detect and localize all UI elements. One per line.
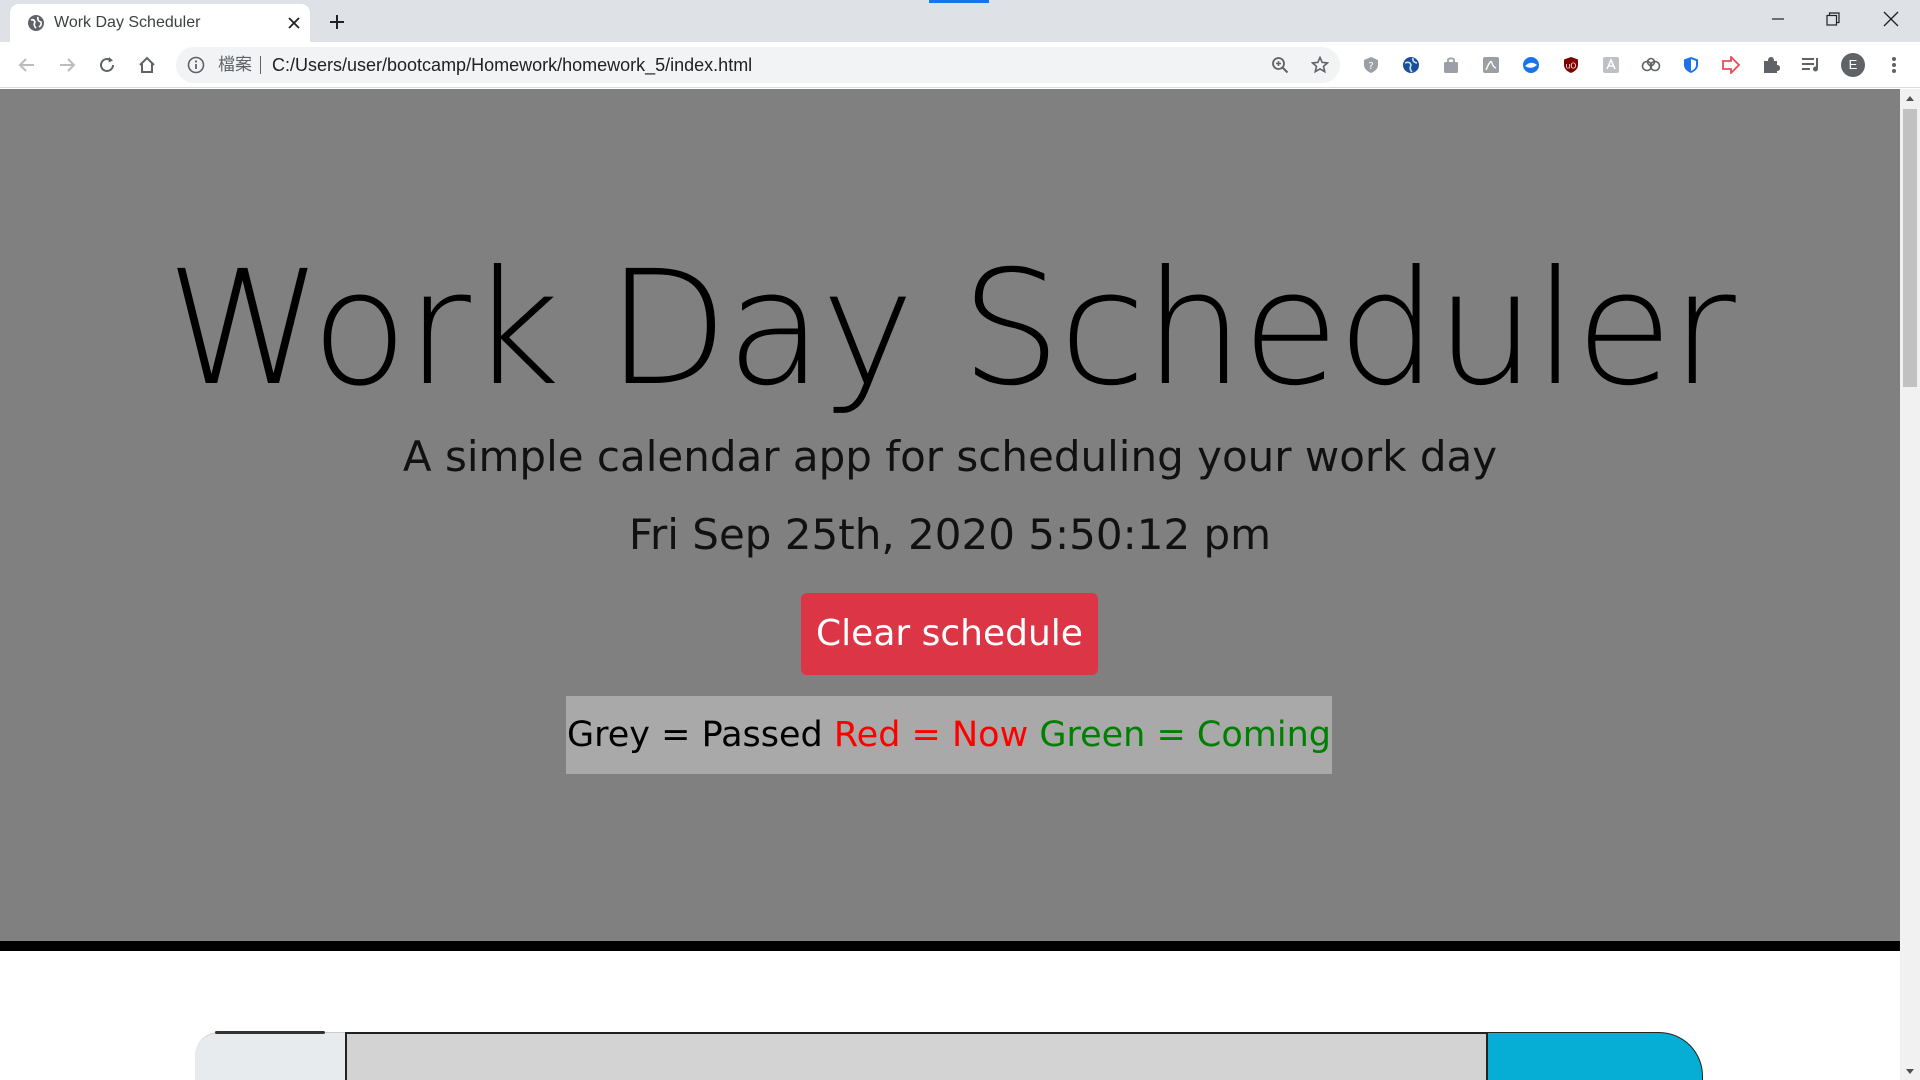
close-icon[interactable] <box>284 13 304 33</box>
blue-extension-icon[interactable] <box>1521 55 1541 75</box>
back-arrow-icon[interactable] <box>11 49 43 81</box>
plus-icon[interactable] <box>322 9 352 35</box>
zoom-icon[interactable] <box>1270 55 1290 75</box>
ublock-icon[interactable]: uO <box>1561 55 1581 75</box>
pdf-extension-icon[interactable] <box>1481 55 1501 75</box>
puzzle-icon[interactable] <box>1761 55 1781 75</box>
star-icon[interactable] <box>1310 55 1330 75</box>
browser-tab[interactable]: Work Day Scheduler <box>10 4 310 42</box>
scroll-up-arrow-icon[interactable] <box>1900 89 1920 106</box>
reading-list-icon[interactable] <box>1801 55 1821 75</box>
scroll-down-arrow-icon[interactable] <box>1900 1063 1920 1080</box>
page-title: Work Day Scheduler <box>166 237 1736 421</box>
page-scrollbar[interactable] <box>1900 89 1920 1080</box>
current-date-time: Fri Sep 25th, 2020 5:50:12 pm <box>628 510 1272 559</box>
time-block-row <box>195 1031 1703 1080</box>
lead-text: A simple calendar app for scheduling you… <box>402 432 1498 481</box>
scrollbar-thumb[interactable] <box>1903 109 1917 387</box>
svg-text:?: ? <box>1368 61 1373 72</box>
forward-arrow-icon[interactable] <box>51 49 83 81</box>
legend-coming: Green = Coming <box>1039 715 1331 755</box>
address-bar[interactable]: 檔案 C:/Users/user/bootcamp/Homework/homew… <box>176 47 1340 83</box>
svg-text:uO: uO <box>1566 62 1577 71</box>
scheme-label: 檔案 <box>218 55 252 75</box>
minimize-icon[interactable] <box>1753 0 1803 38</box>
clear-schedule-button[interactable]: Clear schedule <box>801 593 1098 675</box>
info-icon[interactable] <box>186 55 206 75</box>
hour-label <box>195 1031 345 1080</box>
globe-extension-icon[interactable] <box>1401 55 1421 75</box>
browser-toolbar: 檔案 C:/Users/user/bootcamp/Homework/homew… <box>0 42 1920 88</box>
tab-strip: Work Day Scheduler <box>0 0 1920 42</box>
restore-icon[interactable] <box>1808 0 1858 38</box>
tab-title: Work Day Scheduler <box>54 14 201 31</box>
bag-extension-icon[interactable] <box>1441 55 1461 75</box>
tab-search-indicator <box>929 0 989 3</box>
close-window-icon[interactable] <box>1866 0 1916 38</box>
help-extension-icon[interactable]: ? <box>1361 55 1381 75</box>
url-text[interactable]: C:/Users/user/bootcamp/Homework/homework… <box>272 55 752 75</box>
grey-extension-icon[interactable] <box>1601 55 1621 75</box>
avatar[interactable]: E <box>1841 53 1865 77</box>
legend-now: Red = Now <box>833 715 1029 755</box>
shield-extension-icon[interactable] <box>1681 55 1701 75</box>
home-icon[interactable] <box>131 49 163 81</box>
page-viewport: Work Day Scheduler A simple calendar app… <box>0 89 1900 1080</box>
save-button[interactable] <box>1488 1032 1703 1080</box>
jumbotron-header: Work Day Scheduler A simple calendar app… <box>0 89 1900 951</box>
event-description-input[interactable] <box>345 1032 1488 1080</box>
red-arrow-extension-icon[interactable] <box>1721 55 1741 75</box>
divider <box>260 56 261 74</box>
legend-passed: Grey = Passed <box>567 715 823 755</box>
reload-icon[interactable] <box>91 49 123 81</box>
globe-icon <box>26 13 46 33</box>
kebab-menu-icon[interactable] <box>1884 55 1904 75</box>
cloud-extension-icon[interactable] <box>1641 55 1661 75</box>
color-legend: Grey = Passed Red = Now Green = Coming <box>566 696 1332 774</box>
